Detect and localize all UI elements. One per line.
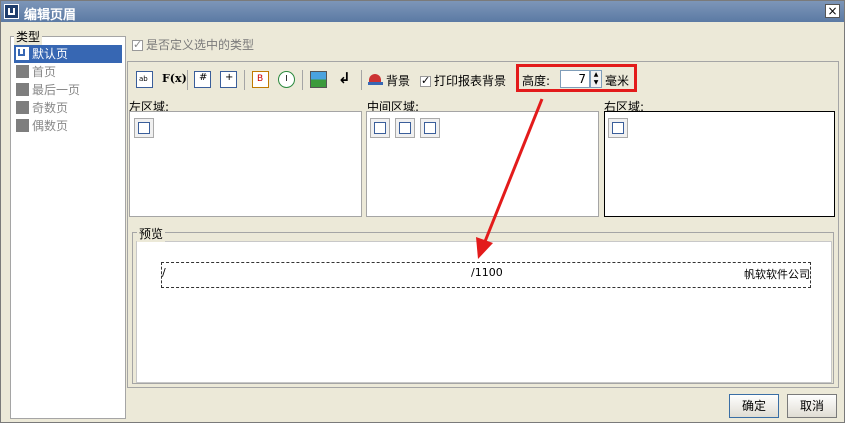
preview-label: 预览 xyxy=(137,225,166,242)
preview-frame: / /1100 帆软软件公司 xyxy=(132,232,834,384)
background-button[interactable]: 背景 xyxy=(386,72,410,89)
insert-page-number-button[interactable]: # xyxy=(194,71,211,88)
type-list: 默认页 首页 最后一页 奇数页 偶数页 xyxy=(14,45,122,135)
text-icon xyxy=(374,122,386,134)
total-pages-icon xyxy=(424,122,436,134)
clock-icon xyxy=(286,75,287,81)
header-editor-panel: ab F(x) # + B ↲ 背景 打印报表背景 高度: 7 ▲▼ 毫米 左区… xyxy=(127,61,839,388)
checkbox-icon xyxy=(420,74,431,87)
page-icon xyxy=(16,65,29,78)
toolbar-separator xyxy=(361,70,362,90)
custom-type-label: 是否定义选中的类型 xyxy=(146,38,255,52)
type-item-label: 偶数页 xyxy=(32,119,69,133)
type-item-first-page[interactable]: 首页 xyxy=(14,63,122,81)
app-logo-icon xyxy=(4,4,19,19)
preview-area: / /1100 帆软软件公司 xyxy=(136,241,832,383)
insert-text-button[interactable]: ab xyxy=(136,71,153,88)
toolbar: ab F(x) # + B ↲ 背景 打印报表背景 高度: 7 ▲▼ 毫米 xyxy=(129,63,837,95)
custom-type-checkbox[interactable]: 是否定义选中的类型 xyxy=(132,36,254,53)
left-region[interactable] xyxy=(129,111,362,217)
title-bar: 编辑页眉 × xyxy=(1,1,844,23)
insert-newline-button[interactable]: ↲ xyxy=(338,69,351,87)
right-region[interactable] xyxy=(604,111,835,217)
type-item-last-page[interactable]: 最后一页 xyxy=(14,81,122,99)
insert-total-pages-button[interactable]: + xyxy=(220,71,237,88)
insert-time-button[interactable] xyxy=(278,71,295,88)
edit-header-dialog: 编辑页眉 × 默认页 首页 最后一页 奇数页 偶数页 类型 是否定义选中的类型 … xyxy=(0,0,845,423)
highlight-box xyxy=(516,64,637,92)
type-panel: 默认页 首页 最后一页 奇数页 偶数页 xyxy=(10,36,126,419)
toolbar-separator xyxy=(187,70,188,90)
type-item-label: 首页 xyxy=(32,65,57,79)
page-icon xyxy=(16,101,29,114)
background-icon[interactable] xyxy=(368,72,383,86)
insert-formula-button[interactable]: F(x) xyxy=(162,72,187,85)
left-region-text-item[interactable] xyxy=(134,118,154,138)
window-title: 编辑页眉 xyxy=(24,8,77,23)
text-icon xyxy=(612,122,624,134)
print-background-label: 打印报表背景 xyxy=(434,74,507,88)
checkbox-icon xyxy=(132,38,143,51)
preview-header-box: / /1100 帆软软件公司 xyxy=(161,262,811,288)
right-region-text-item[interactable] xyxy=(608,118,628,138)
toolbar-separator xyxy=(244,70,245,90)
type-item-label: 奇数页 xyxy=(32,101,69,115)
insert-date-button[interactable]: B xyxy=(252,71,269,88)
type-item-label: 最后一页 xyxy=(32,83,81,97)
preview-left-text: / xyxy=(162,266,166,279)
date-icon: B xyxy=(257,74,264,84)
cancel-button[interactable]: 取消 xyxy=(787,394,837,418)
middle-region-total-pages-item[interactable] xyxy=(420,118,440,138)
preview-middle-text: /1100 xyxy=(471,266,503,279)
ok-button[interactable]: 确定 xyxy=(729,394,779,418)
text-icon: ab xyxy=(139,75,148,83)
print-background-checkbox[interactable]: 打印报表背景 xyxy=(420,72,506,89)
total-pages-icon: + xyxy=(225,72,234,83)
type-panel-label: 类型 xyxy=(14,28,43,45)
page-number-icon xyxy=(399,122,411,134)
toolbar-separator xyxy=(302,70,303,90)
middle-region[interactable] xyxy=(366,111,599,217)
type-item-label: 默认页 xyxy=(32,47,69,61)
preview-right-text: 帆软软件公司 xyxy=(744,268,810,281)
insert-image-button[interactable] xyxy=(310,71,327,88)
type-item-odd-page[interactable]: 奇数页 xyxy=(14,99,122,117)
type-item-default[interactable]: 默认页 xyxy=(14,45,122,63)
page-icon xyxy=(16,119,29,132)
text-icon xyxy=(138,122,150,134)
close-button[interactable]: × xyxy=(825,4,840,18)
page-icon xyxy=(16,47,29,60)
middle-region-text-item[interactable] xyxy=(370,118,390,138)
page-number-icon: # xyxy=(199,72,208,83)
type-item-even-page[interactable]: 偶数页 xyxy=(14,117,122,135)
page-icon xyxy=(16,83,29,96)
middle-region-page-number-item[interactable] xyxy=(395,118,415,138)
